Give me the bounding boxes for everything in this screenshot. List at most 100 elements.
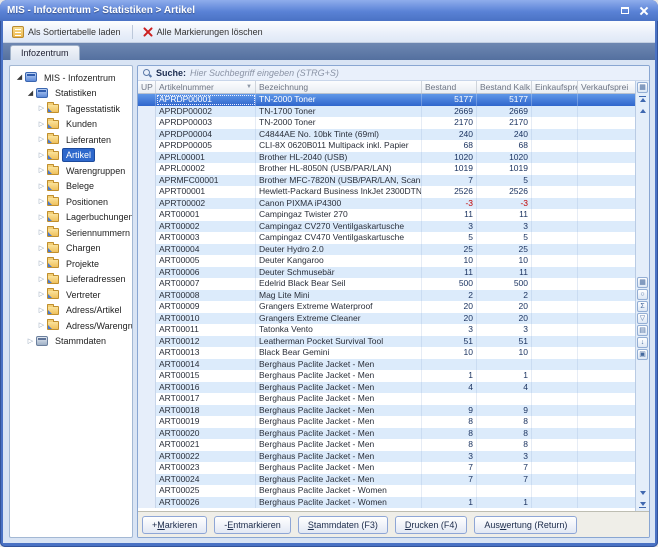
table-row[interactable]: ART00006Deuter Schmusebär1111: [138, 267, 635, 279]
column-header-bestand[interactable]: Bestand: [422, 81, 477, 93]
tree-item-lieferadressen[interactable]: ▷Lieferadressen: [10, 272, 132, 288]
tree-item-seriennummern[interactable]: ▷Seriennummern: [10, 225, 132, 241]
table-row[interactable]: ART00025Berghaus Paclite Jacket - Women: [138, 485, 635, 497]
restore-button[interactable]: [617, 4, 632, 17]
tree-item-belege[interactable]: ▷Belege: [10, 179, 132, 195]
table-row[interactable]: ART00019Berghaus Paclite Jacket - Men88: [138, 416, 635, 428]
table-row[interactable]: ART00013Black Bear Gemini1010: [138, 347, 635, 359]
load-as-sort-table-button[interactable]: Als Sortiertabelle laden: [7, 23, 128, 41]
tree-item-artikel[interactable]: ▷Artikel: [10, 148, 132, 164]
tree-item-adress-warengruppen[interactable]: ▷Adress/Warengruppen: [10, 318, 132, 334]
expand-arrow-icon[interactable]: ▷: [37, 182, 46, 191]
table-row[interactable]: ART00024Berghaus Paclite Jacket - Men77: [138, 474, 635, 486]
expand-arrow-icon[interactable]: ▷: [37, 120, 46, 129]
expand-arrow-icon[interactable]: ▷: [37, 135, 46, 144]
tree-item-projekte[interactable]: ▷Projekte: [10, 256, 132, 272]
table-row[interactable]: ART00011Tatonka Vento33: [138, 324, 635, 336]
table-row[interactable]: APRL00001Brother HL-2040 (USB)10201020: [138, 152, 635, 164]
tree-item-kunden[interactable]: ▷Kunden: [10, 117, 132, 133]
table-row[interactable]: ART00014Berghaus Paclite Jacket - Men: [138, 359, 635, 371]
tree-item-positionen[interactable]: ▷Positionen: [10, 194, 132, 210]
expand-arrow-icon[interactable]: ▷: [37, 259, 46, 268]
table-row[interactable]: ART00026Berghaus Paclite Jacket - Women1…: [138, 497, 635, 509]
column-chooser-icon[interactable]: ▦: [637, 82, 648, 93]
search-icon[interactable]: ○: [637, 289, 648, 300]
table-row[interactable]: APRDP00001TN-2000 Toner51775177: [138, 94, 635, 106]
tree-item-lagerbuchungen[interactable]: ▷Lagerbuchungen: [10, 210, 132, 226]
markieren-button[interactable]: + Markieren: [142, 516, 207, 534]
expand-arrow-icon[interactable]: ▷: [37, 213, 46, 222]
auswertung-return-button[interactable]: Auswertung (Return): [474, 516, 577, 534]
table-row[interactable]: ART00010Grangers Extreme Cleaner2020: [138, 313, 635, 325]
scroll-to-top-button[interactable]: [636, 93, 649, 105]
tree-item-adress-artikel[interactable]: ▷Adress/Artikel: [10, 303, 132, 319]
expand-arrow-icon[interactable]: ▷: [37, 151, 46, 160]
expand-arrow-icon[interactable]: ▷: [37, 166, 46, 175]
table-row[interactable]: APRL00002Brother HL-8050N (USB/PAR/LAN)1…: [138, 163, 635, 175]
sum-icon[interactable]: Σ: [637, 301, 648, 312]
table-row[interactable]: ART00020Berghaus Paclite Jacket - Men88: [138, 428, 635, 440]
filter-icon[interactable]: ▽: [637, 313, 648, 324]
expand-arrow-icon[interactable]: ▷: [37, 104, 46, 113]
expand-arrow-icon[interactable]: ▷: [37, 228, 46, 237]
expand-arrow-icon[interactable]: ▷: [37, 306, 46, 315]
table-row[interactable]: ART00017Berghaus Paclite Jacket - Men: [138, 393, 635, 405]
column-header-bestand-kalk[interactable]: Bestand Kalk..: [477, 81, 532, 93]
table-row[interactable]: APRT00001Hewlett-Packard Business InkJet…: [138, 186, 635, 198]
table-row[interactable]: ART00021Berghaus Paclite Jacket - Men88: [138, 439, 635, 451]
tree-item-lieferanten[interactable]: ▷Lieferanten: [10, 132, 132, 148]
layout-icon[interactable]: ▤: [637, 325, 648, 336]
scrollbar-track[interactable]: ▦○Σ▽▤↓▣: [636, 117, 649, 487]
clear-all-marks-button[interactable]: Alle Markierungen löschen: [137, 23, 270, 40]
tree-item-vertreter[interactable]: ▷Vertreter: [10, 287, 132, 303]
column-header-einkaufspreis[interactable]: Einkaufspreis: [532, 81, 578, 93]
table-row[interactable]: APRDP00002TN-1700 Toner26692669: [138, 106, 635, 118]
table-row[interactable]: ART00007Edelrid Black Bear Seil500500: [138, 278, 635, 290]
expand-arrow-icon[interactable]: ▷: [37, 275, 46, 284]
drucken-f4-button[interactable]: Drucken (F4): [395, 516, 468, 534]
stammdaten-f3-button[interactable]: Stammdaten (F3): [298, 516, 388, 534]
table-row[interactable]: ART00003Campingaz CV470 Ventilgaskartusc…: [138, 232, 635, 244]
table-row[interactable]: ART00009Grangers Extreme Waterproof2020: [138, 301, 635, 313]
scroll-down-button[interactable]: [636, 487, 649, 499]
table-row[interactable]: APRDP00003TN-2000 Toner21702170: [138, 117, 635, 129]
print-icon[interactable]: ▣: [637, 349, 648, 360]
expand-arrow-icon[interactable]: ▷: [37, 321, 46, 330]
table-row[interactable]: ART00012Leatherman Pocket Survival Tool5…: [138, 336, 635, 348]
table-row[interactable]: ART00016Berghaus Paclite Jacket - Men44: [138, 382, 635, 394]
table-row[interactable]: APRT00002Canon PIXMA iP4300-3-3: [138, 198, 635, 210]
tab-infozentrum[interactable]: Infozentrum: [10, 45, 80, 60]
expand-arrow-icon[interactable]: ▷: [37, 244, 46, 253]
table-row[interactable]: APRDP00004C4844AE No. 10bk Tinte (69ml)2…: [138, 129, 635, 141]
table-row[interactable]: ART00015Berghaus Paclite Jacket - Men11: [138, 370, 635, 382]
table-row[interactable]: APRMFC00001Brother MFC-7820N (USB/PAR/LA…: [138, 175, 635, 187]
tree-item-chargen[interactable]: ▷Chargen: [10, 241, 132, 257]
table-row[interactable]: ART00001Campingaz Twister 2701111: [138, 209, 635, 221]
search-input[interactable]: Hier Suchbegriff eingeben (STRG+S): [190, 68, 644, 78]
tree-item-mis-infozentrum[interactable]: ◢MIS - Infozentrum: [10, 70, 132, 86]
tree-item-warengruppen[interactable]: ▷Warengruppen: [10, 163, 132, 179]
scroll-to-bottom-button[interactable]: [636, 499, 649, 511]
table-row[interactable]: ART00022Berghaus Paclite Jacket - Men33: [138, 451, 635, 463]
expand-arrow-icon[interactable]: ▷: [37, 197, 46, 206]
table-row[interactable]: ART00002Campingaz CV270 Ventilgaskartusc…: [138, 221, 635, 233]
table-row[interactable]: ART00023Berghaus Paclite Jacket - Men77: [138, 462, 635, 474]
table-row[interactable]: ART00005Deuter Kangaroo1010: [138, 255, 635, 267]
column-header-artikelnummer[interactable]: Artikelnummer▼: [156, 81, 256, 93]
expand-arrow-icon[interactable]: ▷: [26, 337, 35, 346]
table-row[interactable]: ART00008Mag Lite Mini22: [138, 290, 635, 302]
tree-item-stammdaten[interactable]: ▷Stammdaten: [10, 334, 132, 350]
table-row[interactable]: APRDP00005CLI-8X 0620B011 Multipack inkl…: [138, 140, 635, 152]
table-row[interactable]: ART00004Deuter Hydro 2.02525: [138, 244, 635, 256]
tree-item-tagesstatistik[interactable]: ▷Tagesstatistik: [10, 101, 132, 117]
columns-icon[interactable]: ▦: [637, 277, 648, 288]
column-header-bezeichnung[interactable]: Bezeichnung: [256, 81, 422, 93]
tree-item-statistiken[interactable]: ◢Statistiken: [10, 86, 132, 102]
column-header-up[interactable]: UP: [138, 81, 156, 93]
close-button[interactable]: [636, 4, 651, 17]
entmarkieren-button[interactable]: - Entmarkieren: [214, 516, 291, 534]
scroll-up-button[interactable]: [636, 105, 649, 117]
expand-arrow-icon[interactable]: ▷: [37, 290, 46, 299]
column-header-verkaufsprei[interactable]: Verkaufsprei: [578, 81, 635, 93]
table-row[interactable]: ART00018Berghaus Paclite Jacket - Men99: [138, 405, 635, 417]
